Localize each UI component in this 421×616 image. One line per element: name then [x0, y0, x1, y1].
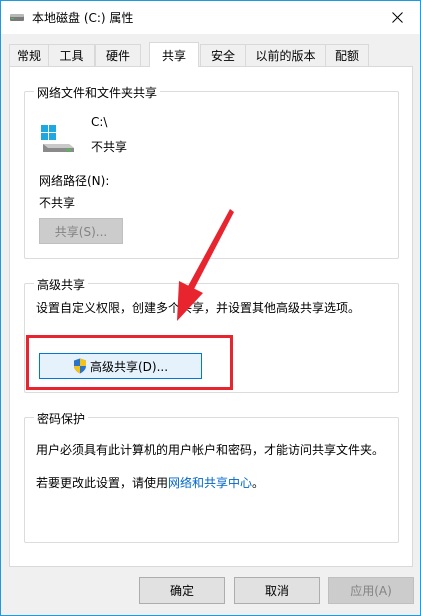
annotation-arrow: [177, 209, 234, 321]
properties-window: 本地磁盘 (C:) 属性 常规 工具 硬件 共享 安全 以前的版本 配额 网络文…: [0, 0, 421, 616]
tab-sharing[interactable]: 共享: [149, 42, 199, 67]
